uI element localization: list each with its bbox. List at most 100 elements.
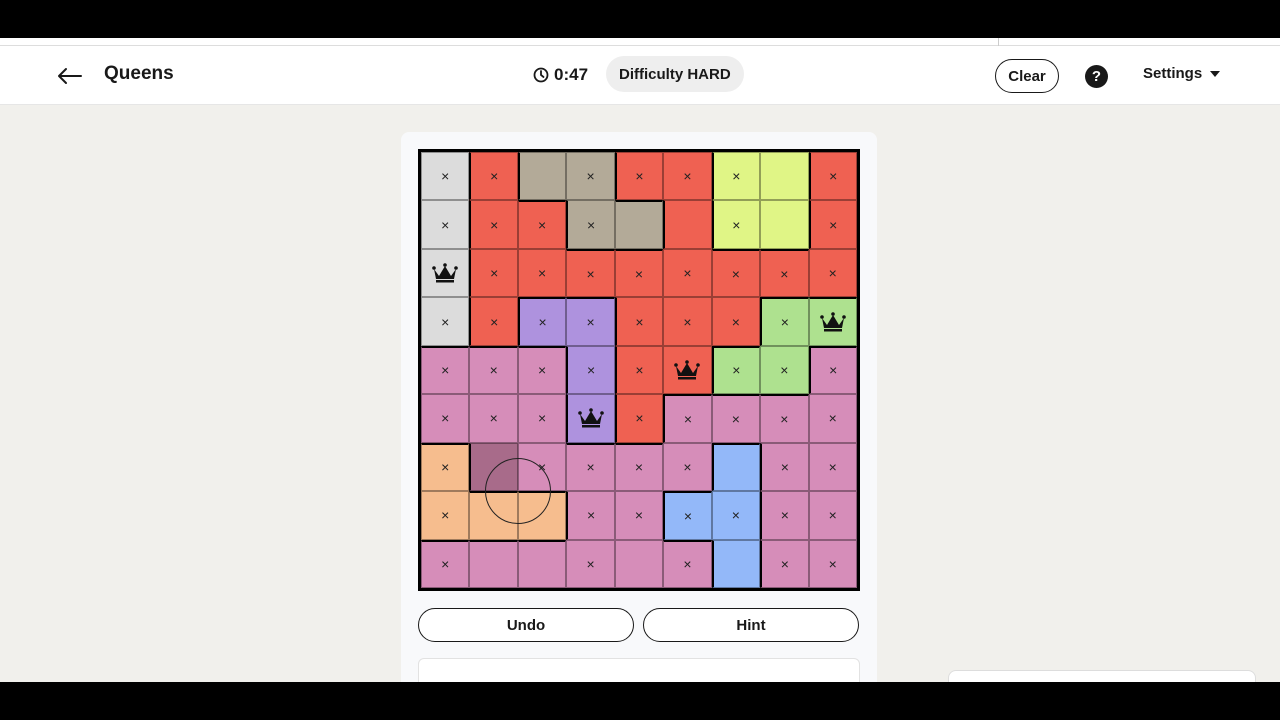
x-mark-icon: × bbox=[731, 410, 740, 427]
board-cell[interactable]: × bbox=[808, 345, 857, 395]
board-cell[interactable]: × bbox=[808, 200, 857, 249]
board-cell[interactable]: × bbox=[517, 248, 567, 298]
board-cell[interactable] bbox=[760, 152, 809, 201]
x-mark-icon: × bbox=[780, 265, 789, 282]
board-cell[interactable]: × bbox=[517, 394, 567, 443]
board-cell[interactable]: × bbox=[469, 394, 518, 443]
difficulty-badge: Difficulty HARD bbox=[606, 56, 744, 92]
board-cell[interactable] bbox=[711, 539, 761, 588]
board-cell[interactable]: × bbox=[808, 491, 857, 540]
board-cell[interactable] bbox=[808, 297, 857, 346]
board-cell[interactable]: × bbox=[421, 345, 470, 395]
board-cell[interactable]: × bbox=[566, 200, 615, 249]
board-cell[interactable]: × bbox=[711, 248, 761, 298]
x-mark-icon: × bbox=[780, 555, 789, 572]
board-cell[interactable]: × bbox=[711, 491, 761, 540]
board-cell[interactable] bbox=[469, 539, 518, 588]
board-cell[interactable]: × bbox=[517, 345, 567, 395]
board-cell[interactable]: × bbox=[760, 491, 809, 540]
board-cell[interactable]: × bbox=[614, 152, 664, 201]
board-cell[interactable]: × bbox=[421, 297, 470, 346]
board-cell[interactable]: × bbox=[421, 152, 470, 201]
x-mark-icon: × bbox=[683, 556, 692, 573]
board-cell[interactable]: × bbox=[421, 539, 470, 588]
clear-button[interactable]: Clear bbox=[995, 59, 1059, 93]
settings-dropdown[interactable]: Settings bbox=[1143, 65, 1221, 82]
board-cell[interactable]: × bbox=[663, 297, 712, 346]
board-cell[interactable]: × bbox=[760, 539, 809, 588]
board-cell[interactable]: × bbox=[760, 394, 809, 443]
board-cell[interactable]: × bbox=[711, 200, 761, 249]
undo-button[interactable]: Undo bbox=[418, 608, 634, 642]
board-cell[interactable]: × bbox=[566, 297, 615, 346]
x-mark-icon: × bbox=[538, 265, 547, 282]
back-button[interactable] bbox=[54, 62, 84, 90]
board-cell[interactable]: × bbox=[421, 491, 470, 540]
board-cell[interactable]: × bbox=[421, 200, 470, 249]
board-cell[interactable] bbox=[469, 442, 518, 492]
x-mark-icon: × bbox=[538, 314, 547, 331]
board-cell[interactable]: × bbox=[517, 442, 567, 492]
board-cell[interactable]: × bbox=[421, 394, 470, 443]
board-cell[interactable] bbox=[663, 345, 712, 395]
board-cell[interactable] bbox=[711, 442, 761, 492]
board-cell[interactable]: × bbox=[760, 248, 809, 298]
board-cell[interactable]: × bbox=[663, 152, 712, 201]
x-mark-icon: × bbox=[441, 556, 450, 573]
board-cell[interactable]: × bbox=[760, 345, 809, 395]
board-cell[interactable] bbox=[614, 539, 664, 588]
board-cell[interactable] bbox=[517, 152, 567, 201]
board-cell[interactable] bbox=[469, 491, 518, 540]
board-cell[interactable]: × bbox=[614, 297, 664, 346]
board-cell[interactable]: × bbox=[711, 345, 761, 395]
x-mark-icon: × bbox=[490, 265, 499, 282]
board-cell[interactable]: × bbox=[566, 248, 615, 298]
board-cell[interactable]: × bbox=[663, 539, 712, 588]
board-cell[interactable] bbox=[517, 491, 567, 540]
board-cell[interactable]: × bbox=[663, 248, 712, 298]
board-cell[interactable]: × bbox=[566, 539, 615, 588]
board-cell[interactable]: × bbox=[711, 394, 761, 443]
board-cell[interactable]: × bbox=[808, 539, 857, 588]
board-cell[interactable]: × bbox=[711, 152, 761, 201]
x-mark-icon: × bbox=[489, 410, 498, 427]
board-cell[interactable]: × bbox=[469, 200, 518, 249]
board-cell[interactable] bbox=[614, 200, 664, 249]
board-cell[interactable]: × bbox=[469, 248, 518, 298]
board-cell[interactable] bbox=[517, 539, 567, 588]
board-cell[interactable] bbox=[663, 200, 712, 249]
board-cell[interactable]: × bbox=[469, 297, 518, 346]
x-mark-icon: × bbox=[780, 361, 789, 378]
board-cell[interactable]: × bbox=[614, 394, 664, 443]
board-cell[interactable]: × bbox=[566, 152, 615, 201]
help-icon[interactable]: ? bbox=[1085, 65, 1108, 88]
board-cell[interactable]: × bbox=[517, 200, 567, 249]
board-cell[interactable]: × bbox=[808, 152, 857, 201]
board-cell[interactable]: × bbox=[663, 442, 712, 492]
x-mark-icon: × bbox=[490, 313, 499, 330]
board-cell[interactable]: × bbox=[566, 442, 615, 492]
board-cell[interactable]: × bbox=[614, 248, 664, 298]
board-cell[interactable] bbox=[421, 248, 470, 298]
board-cell[interactable] bbox=[760, 200, 809, 249]
board-cell[interactable]: × bbox=[469, 345, 518, 395]
board-cell[interactable] bbox=[566, 394, 615, 443]
board-cell[interactable]: × bbox=[760, 297, 809, 346]
board-cell[interactable]: × bbox=[808, 442, 857, 492]
x-mark-icon: × bbox=[490, 168, 499, 185]
board-cell[interactable]: × bbox=[421, 442, 470, 492]
board-cell[interactable]: × bbox=[614, 345, 664, 395]
board-cell[interactable]: × bbox=[614, 491, 664, 540]
board-cell[interactable]: × bbox=[711, 297, 761, 346]
board-cell[interactable]: × bbox=[663, 394, 712, 443]
board-cell[interactable]: × bbox=[808, 248, 857, 298]
board-cell[interactable]: × bbox=[614, 442, 664, 492]
board-cell[interactable]: × bbox=[760, 442, 809, 492]
board-cell[interactable]: × bbox=[566, 345, 615, 395]
board-cell[interactable]: × bbox=[808, 394, 857, 443]
board-cell[interactable]: × bbox=[663, 491, 712, 540]
board-cell[interactable]: × bbox=[469, 152, 518, 201]
board-cell[interactable]: × bbox=[566, 491, 615, 540]
board-cell[interactable]: × bbox=[517, 297, 567, 346]
hint-button[interactable]: Hint bbox=[643, 608, 859, 642]
